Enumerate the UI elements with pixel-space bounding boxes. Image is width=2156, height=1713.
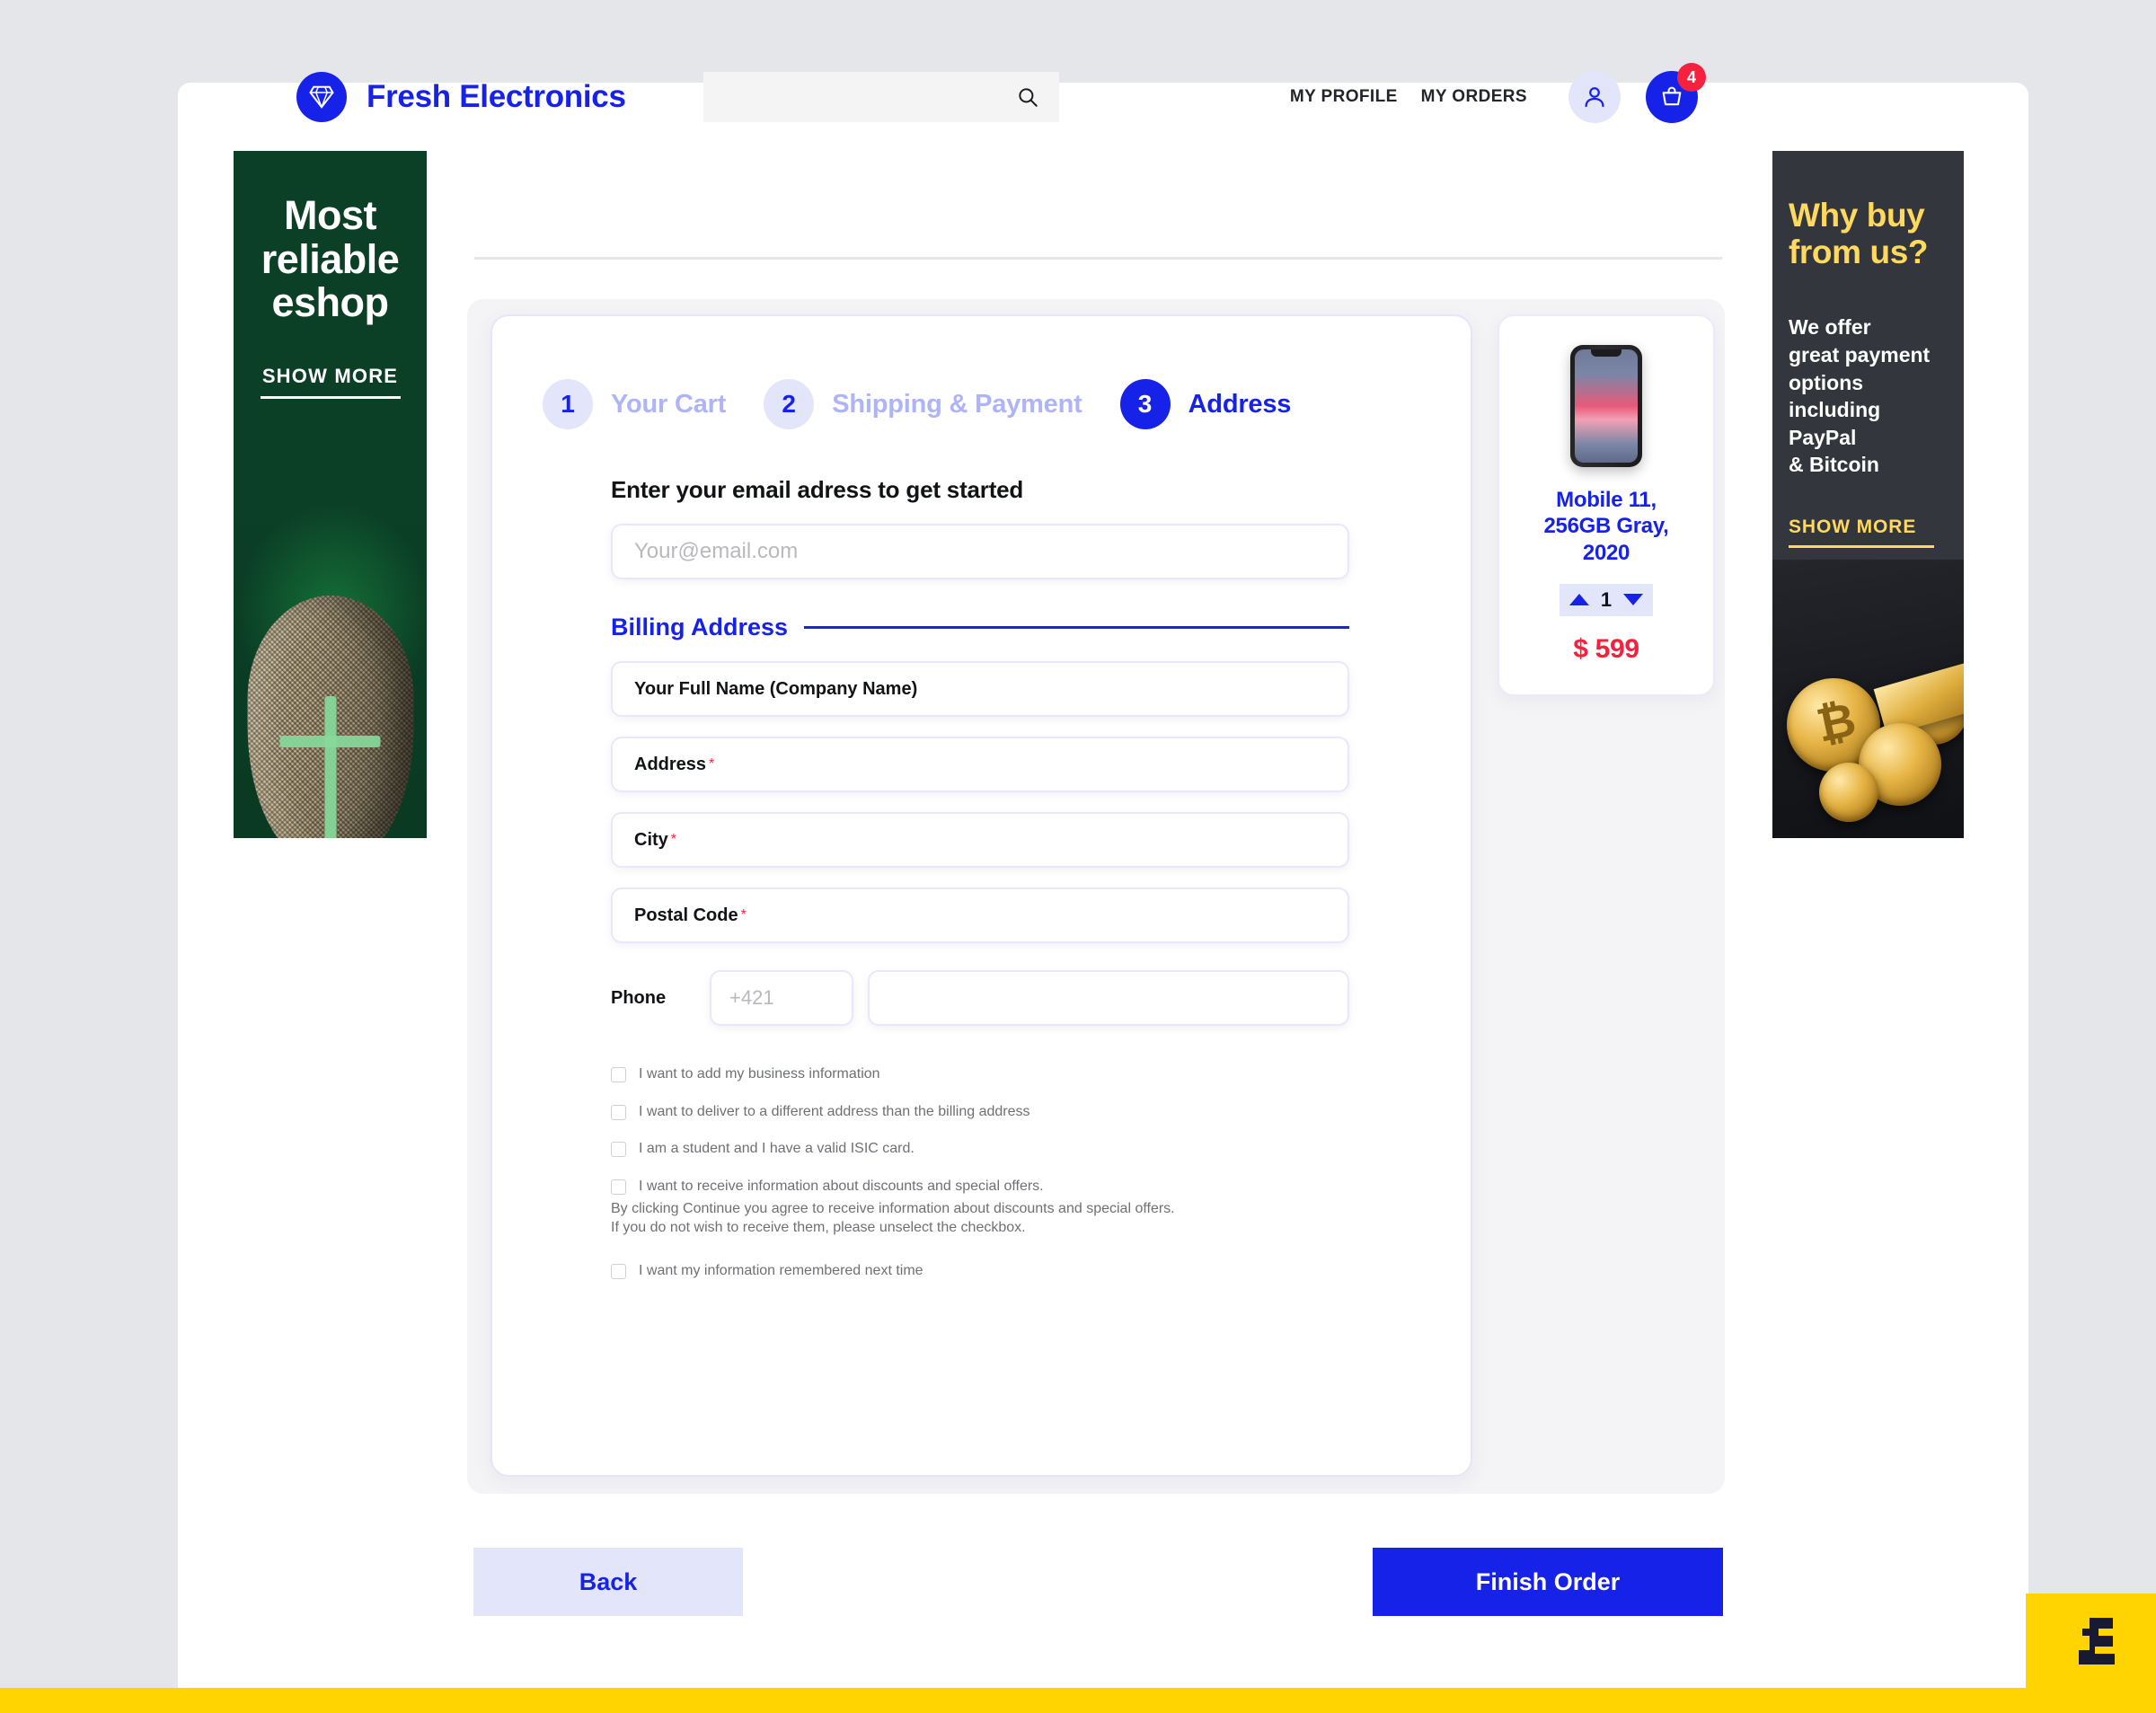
address-label: Address	[634, 754, 707, 774]
coin	[1819, 763, 1878, 822]
checkbox-remember-info[interactable]: I want my information remembered next ti…	[611, 1262, 1240, 1280]
header-divider	[474, 257, 1722, 260]
product-title[interactable]: Mobile 11, 256GB Gray, 2020	[1521, 487, 1692, 566]
promo-left-cta[interactable]: SHOW MORE	[260, 364, 401, 399]
checkbox-marketing-offers[interactable]: I want to receive information about disc…	[611, 1178, 1240, 1196]
quantity-decrease-icon[interactable]	[1623, 594, 1643, 606]
cart-count-badge: 4	[1677, 63, 1706, 92]
finish-order-button[interactable]: Finish Order	[1373, 1548, 1723, 1616]
site-header: Fresh Electronics MY PROFILE MY ORDERS 4	[296, 56, 1706, 138]
postal-code-label: Postal Code	[634, 905, 738, 925]
checkbox-label: I am a student and I have a valid ISIC c…	[639, 1141, 915, 1157]
user-icon[interactable]	[1568, 71, 1621, 123]
promo-left-cta-label: SHOW MORE	[261, 364, 399, 387]
promo-right-body: We offer great payment options including…	[1789, 315, 1931, 477]
brand-name: Fresh Electronics	[367, 79, 626, 114]
step-1-number: 1	[543, 379, 593, 429]
email-field[interactable]	[611, 524, 1349, 579]
step-3-number: 3	[1119, 379, 1171, 429]
checkbox-box[interactable]	[611, 1142, 626, 1158]
step-shipping-payment[interactable]: 2 Shipping & Payment	[764, 379, 1082, 429]
promo-right-cta-underline	[1789, 544, 1934, 548]
phone-row: Phone	[611, 970, 1349, 1026]
speaker-plus-icon	[279, 696, 381, 838]
address-field[interactable]: Address *	[611, 737, 1349, 792]
cart-button[interactable]: 4	[1646, 63, 1706, 123]
checkbox-different-address[interactable]: I want to deliver to a different address…	[611, 1103, 1240, 1121]
step-1-label: Your Cart	[611, 389, 727, 419]
smartphone-photo	[1570, 345, 1642, 467]
email-heading: Enter your email adress to get started	[611, 476, 1024, 503]
city-label: City	[634, 829, 668, 850]
e-logo-icon[interactable]	[2026, 1594, 2156, 1688]
brand[interactable]: Fresh Electronics	[296, 72, 626, 122]
bottom-accent-strip	[0, 1688, 2156, 1713]
checkbox-label: I want to add my business information	[639, 1066, 880, 1082]
checkbox-label: I want my information remembered next ti…	[639, 1263, 923, 1278]
checkbox-business-info[interactable]: I want to add my business information	[611, 1065, 1240, 1083]
bitcoin-coins-image: ₿	[1772, 560, 1964, 838]
phone-screen	[1575, 349, 1638, 463]
promo-banner-left[interactable]: Most reliable eshop SHOW MORE	[234, 151, 427, 838]
phone-label: Phone	[611, 987, 667, 1008]
quantity-value: 1	[1600, 587, 1613, 611]
promo-right-cta[interactable]: SHOW MORE	[1789, 517, 1934, 548]
checkbox-label: I want to receive information about disc…	[639, 1178, 1044, 1194]
options-checkbox-group: I want to add my business information I …	[611, 1065, 1240, 1280]
checkbox-box[interactable]	[611, 1104, 626, 1120]
quantity-stepper[interactable]: 1	[1560, 583, 1653, 616]
checkbox-box[interactable]	[611, 1264, 626, 1279]
promo-right-title: Why buy from us?	[1789, 197, 1929, 270]
full-name-label: Your Full Name (Company Name)	[634, 678, 918, 699]
city-field[interactable]: City *	[611, 812, 1349, 868]
header-nav: MY PROFILE MY ORDERS 4	[1290, 63, 1706, 123]
address-form-card: 1 Your Cart 2 Shipping & Payment 3 Addre…	[490, 314, 1472, 1477]
back-button[interactable]: Back	[473, 1548, 743, 1616]
search-icon[interactable]	[1016, 85, 1039, 109]
postal-code-required-mark: *	[740, 907, 747, 923]
billing-address-rule	[804, 626, 1349, 629]
phone-number-input[interactable]	[888, 986, 1330, 1010]
marketing-consent-note: By clicking Continue you agree to receiv…	[611, 1201, 1175, 1235]
speaker-product-image	[234, 461, 427, 838]
promo-left-cta-underline	[260, 395, 401, 399]
address-required-mark: *	[709, 756, 715, 772]
address-form: Enter your email adress to get started B…	[611, 476, 1349, 1300]
quantity-increase-icon[interactable]	[1569, 594, 1589, 606]
search-box[interactable]	[702, 72, 1059, 122]
speaker-body	[247, 596, 413, 838]
step-2-label: Shipping & Payment	[832, 389, 1082, 419]
billing-address-section-header: Billing Address	[611, 614, 1349, 641]
promo-banner-right[interactable]: Why buy from us? We offer great payment …	[1772, 151, 1964, 838]
step-address[interactable]: 3 Address	[1119, 379, 1292, 429]
phone-number-field[interactable]	[868, 970, 1349, 1026]
full-name-field[interactable]: Your Full Name (Company Name)	[611, 661, 1349, 717]
step-your-cart[interactable]: 1 Your Cart	[543, 379, 726, 429]
email-input[interactable]	[634, 539, 1326, 564]
phone-country-code-field[interactable]	[710, 970, 853, 1026]
phone-country-code-input[interactable]	[729, 986, 834, 1010]
search-input[interactable]	[702, 72, 1059, 122]
checkbox-label: I want to deliver to a different address…	[639, 1103, 1030, 1119]
checkbox-box[interactable]	[611, 1179, 626, 1195]
nav-my-profile[interactable]: MY PROFILE	[1290, 87, 1398, 107]
promo-left-title: Most reliable eshop	[261, 192, 400, 326]
checkbox-isic-student[interactable]: I am a student and I have a valid ISIC c…	[611, 1140, 1240, 1158]
checkbox-box[interactable]	[611, 1067, 626, 1082]
nav-my-orders[interactable]: MY ORDERS	[1421, 87, 1527, 107]
step-3-label: Address	[1188, 389, 1292, 419]
cart-product-card: Mobile 11, 256GB Gray, 2020 1 $ 599	[1498, 314, 1715, 696]
postal-code-field[interactable]: Postal Code *	[611, 887, 1349, 943]
promo-right-cta-label: SHOW MORE	[1789, 516, 1917, 537]
checkout-steps: 1 Your Cart 2 Shipping & Payment 3 Addre…	[543, 379, 1291, 429]
diamond-icon	[296, 72, 347, 122]
product-price: $ 599	[1573, 633, 1639, 664]
step-2-number: 2	[764, 379, 815, 429]
city-required-mark: *	[670, 832, 677, 847]
billing-address-title: Billing Address	[611, 614, 789, 640]
